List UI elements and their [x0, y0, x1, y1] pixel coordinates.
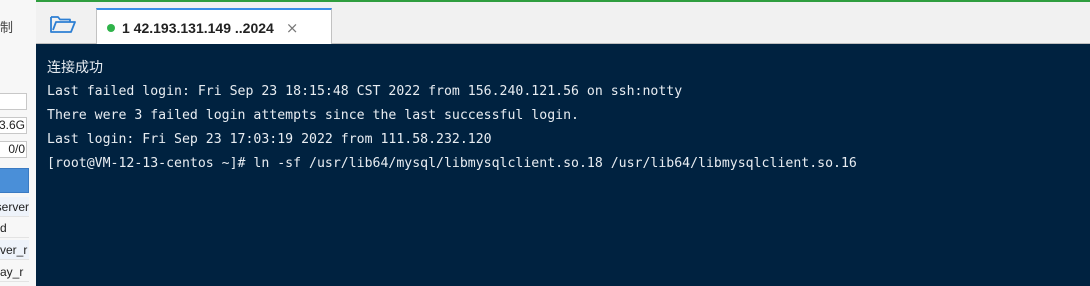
- panel-selected-row[interactable]: [0, 168, 29, 193]
- panel-field-blank[interactable]: [0, 93, 27, 110]
- list-item[interactable]: ay_r: [0, 262, 29, 282]
- terminal-line: Last login: Fri Sep 23 17:03:19 2022 fro…: [47, 132, 492, 147]
- tab-session-label: 1 42.193.131.149 ..2024: [122, 19, 274, 36]
- terminal-line: There were 3 failed login attempts since…: [47, 108, 579, 123]
- terminal-output[interactable]: 连接成功 Last failed login: Fri Sep 23 18:15…: [36, 44, 1090, 286]
- terminal-command-line: [root@VM-12-13-centos ~]# ln -sf /usr/li…: [47, 156, 857, 171]
- list-item[interactable]: d: [0, 218, 29, 238]
- panel-field-ratio[interactable]: 0/0: [0, 141, 27, 158]
- panel-label: 制: [0, 21, 14, 36]
- folder-icon: [50, 16, 76, 33]
- left-side-panel: 制 3.6G 0/0 server d ver_r ay_r: [0, 0, 37, 286]
- close-icon[interactable]: ×: [286, 19, 299, 37]
- connected-status-icon: [107, 23, 115, 32]
- list-item[interactable]: server: [0, 197, 29, 217]
- terminal-line: Last failed login: Fri Sep 23 18:15:48 C…: [47, 84, 683, 99]
- open-folder-button[interactable]: [46, 12, 80, 36]
- app-window: 制 3.6G 0/0 server d ver_r ay_r 1 42.193.…: [0, 0, 1090, 286]
- list-item[interactable]: ver_r: [0, 240, 29, 260]
- session-tab-bar: 1 42.193.131.149 ..2024 ×: [36, 0, 1090, 45]
- terminal-line-connected: 连接成功: [47, 60, 103, 76]
- tab-ssh-session[interactable]: 1 42.193.131.149 ..2024 ×: [96, 8, 332, 45]
- panel-field-size[interactable]: 3.6G: [0, 117, 27, 134]
